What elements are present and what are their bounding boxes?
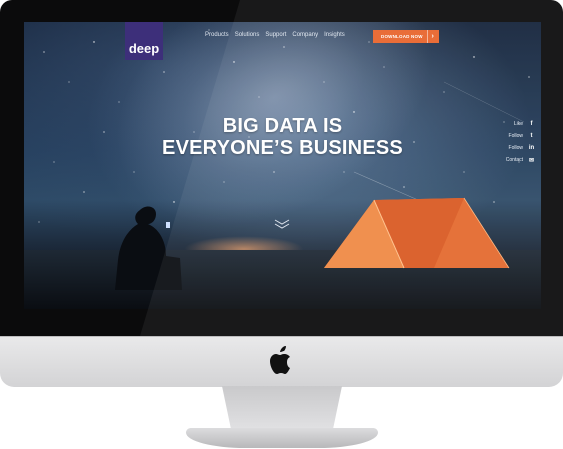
social-follow-twitter[interactable]: Follow t [475,130,535,142]
download-now-button[interactable]: DOWNLOAD NOW › [373,30,439,43]
website-screen: deep Products Solutions Support Company … [24,22,541,309]
social-links: Like f Follow t Follow in Contact ✉ [475,118,535,166]
chevron-right-icon: › [427,30,434,43]
nav-item-insights[interactable]: Insights [324,32,345,38]
brand-logo[interactable]: deep [125,22,163,60]
linkedin-icon: in [528,145,535,151]
social-follow-linkedin-label: Follow [508,145,523,151]
hero-line-2: EVERYONE’S BUSINESS [162,137,403,159]
social-like-label: Like [513,121,523,127]
tent-illustration [324,197,510,269]
main-nav: Products Solutions Support Company Insig… [205,32,345,38]
hero-line-1: BIG DATA IS [222,115,343,137]
social-contact-label: Contact [505,157,523,163]
person-silhouette [115,206,182,290]
scroll-down-icon[interactable] [273,218,291,230]
nav-item-support[interactable]: Support [265,32,286,38]
twitter-icon: t [530,133,533,139]
download-button-label: DOWNLOAD NOW [381,34,423,39]
social-like[interactable]: Like f [475,118,535,130]
hero-headline: BIG DATA IS EVERYONE’S BUSINESS [24,115,541,159]
social-follow-twitter-label: Follow [508,133,523,139]
mail-icon: ✉ [528,157,535,164]
facebook-icon: f [530,121,533,127]
nav-item-solutions[interactable]: Solutions [235,32,260,38]
social-follow-linkedin[interactable]: Follow in [475,142,535,154]
monitor-stand-neck [222,386,342,432]
monitor-stand-foot [186,428,378,448]
nav-item-company[interactable]: Company [292,32,318,38]
apple-logo-icon [270,346,290,374]
social-contact[interactable]: Contact ✉ [475,154,535,166]
nav-item-products[interactable]: Products [205,32,229,38]
